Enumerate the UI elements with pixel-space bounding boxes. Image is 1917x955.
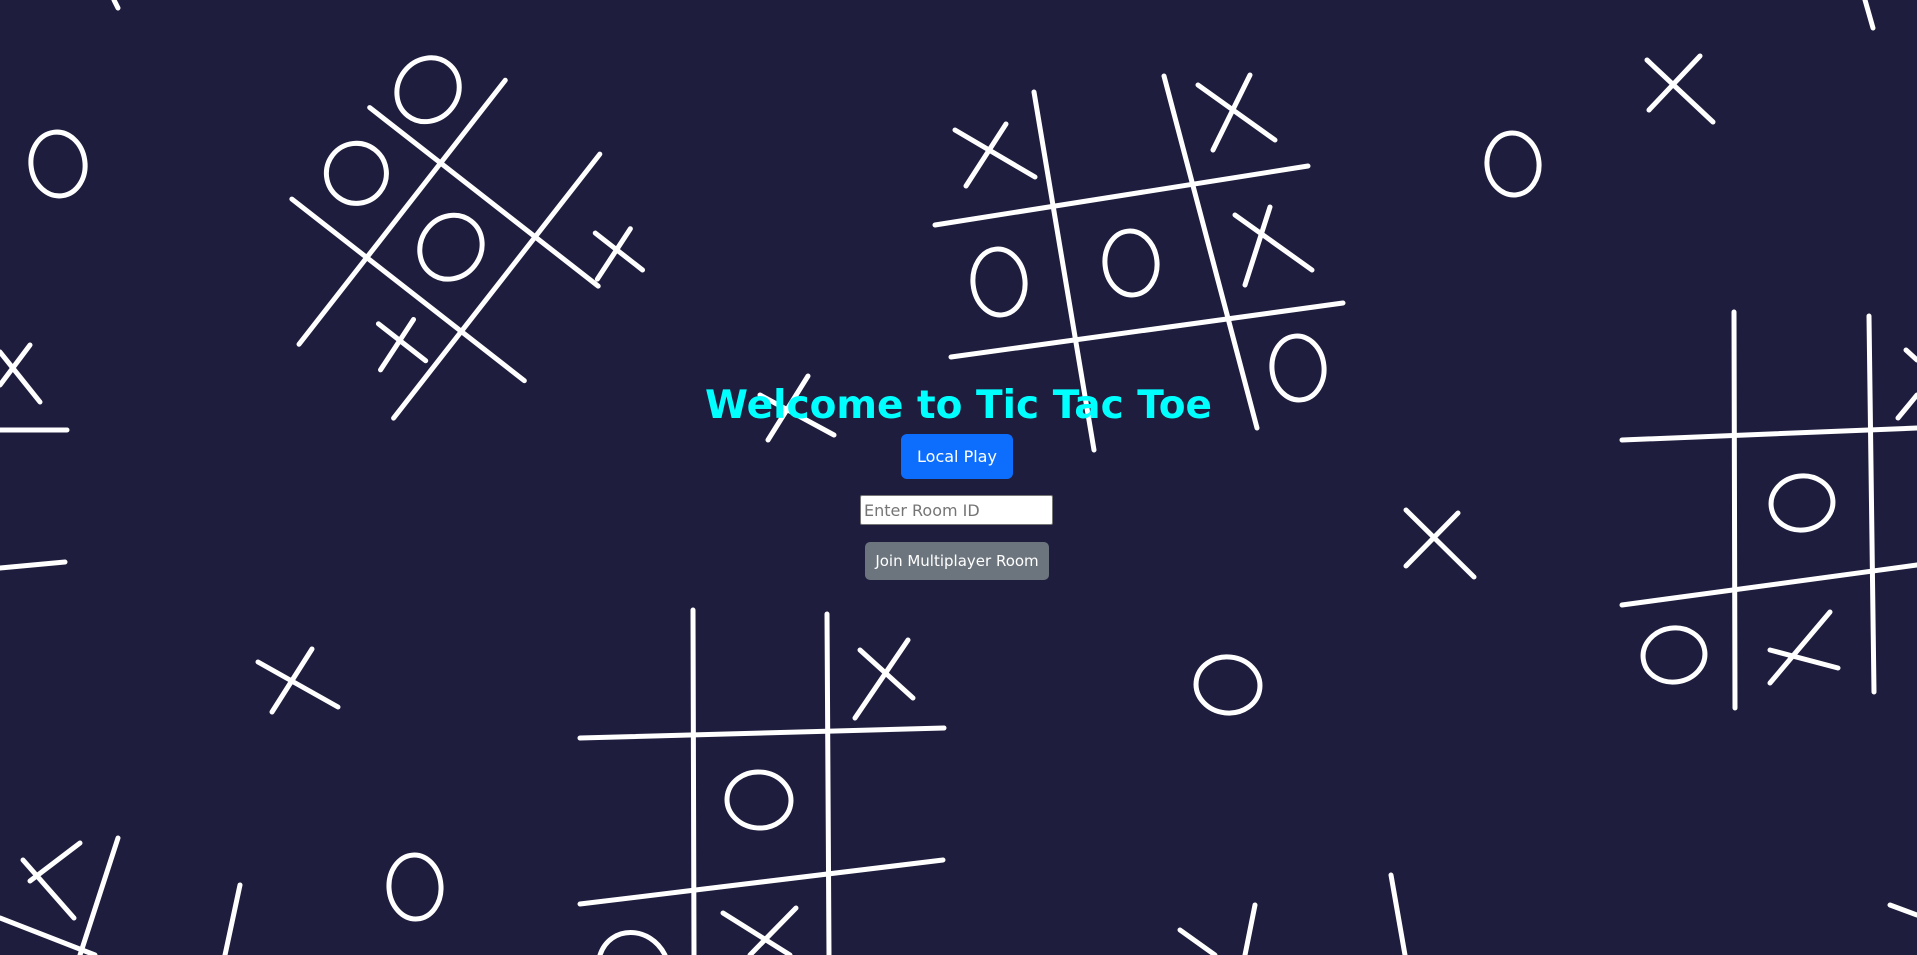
join-multiplayer-room-button[interactable]: Join Multiplayer Room — [865, 542, 1049, 580]
local-play-button[interactable]: Local Play — [901, 434, 1013, 479]
page-title: Welcome to Tic Tac Toe — [705, 383, 1212, 428]
room-id-input[interactable] — [860, 495, 1053, 525]
home-screen: Welcome to Tic Tac Toe Local Play Join M… — [0, 0, 1917, 955]
